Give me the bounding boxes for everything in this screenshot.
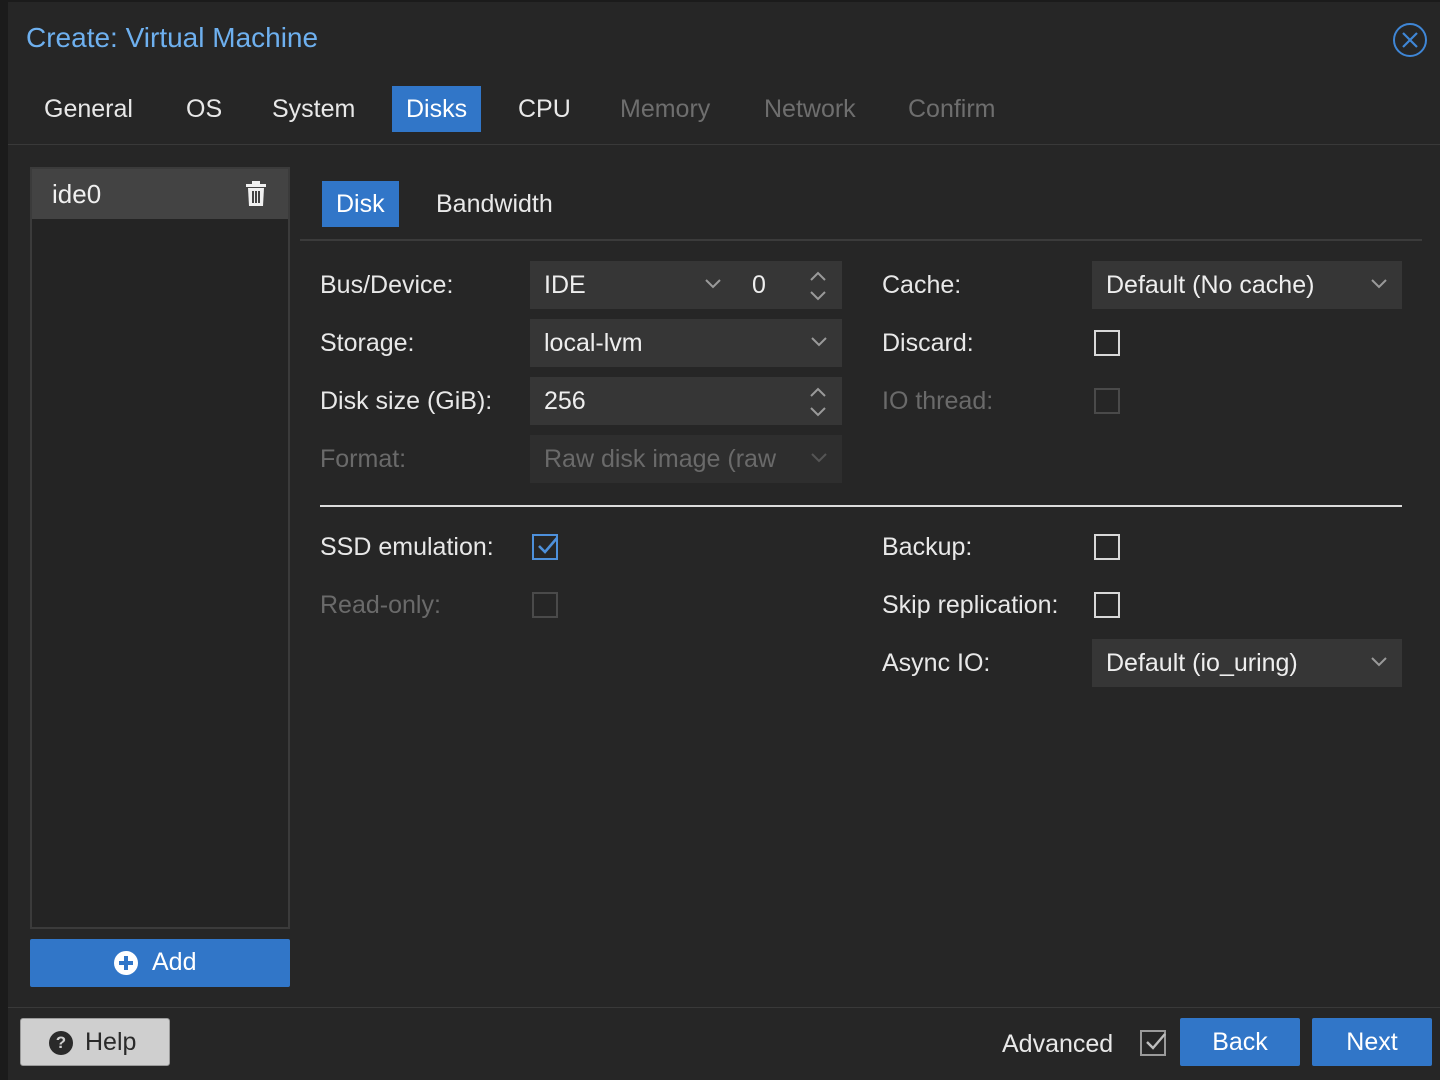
checkmark-icon <box>538 537 558 554</box>
storage-select[interactable]: local-lvm <box>530 319 842 367</box>
tab-confirm: Confirm <box>908 95 996 123</box>
storage-label: Storage: <box>320 329 415 357</box>
spinner-icon[interactable] <box>808 269 828 303</box>
add-button-label: Add <box>152 948 197 976</box>
disk-list: ide0 <box>30 167 290 929</box>
dialog-body: ide0 Add Disk Bandwidth Bus/Device: IDE … <box>8 144 1440 1008</box>
chevron-down-icon[interactable] <box>1370 656 1388 668</box>
back-button[interactable]: Back <box>1180 1018 1300 1066</box>
next-button[interactable]: Next <box>1312 1018 1432 1066</box>
tab-os[interactable]: OS <box>172 86 236 132</box>
ssd-emulation-label: SSD emulation: <box>320 533 494 561</box>
read-only-label: Read-only: <box>320 591 441 619</box>
bus-device-field: IDE 0 <box>530 261 842 309</box>
format-label: Format: <box>320 445 407 473</box>
skip-replication-label: Skip replication: <box>882 591 1059 619</box>
spinner-icon[interactable] <box>808 385 828 419</box>
async-io-select[interactable]: Default (io_uring) <box>1092 639 1402 687</box>
device-number-value[interactable]: 0 <box>752 261 766 309</box>
tab-system[interactable]: System <box>258 86 369 132</box>
disk-item-label: ide0 <box>52 179 102 209</box>
bus-device-label: Bus/Device: <box>320 271 454 299</box>
disk-subtabs: Disk Bandwidth <box>300 173 1422 241</box>
io-thread-label: IO thread: <box>882 387 994 415</box>
format-select: Raw disk image (raw <box>530 435 842 483</box>
read-only-checkbox <box>532 592 558 618</box>
async-io-value: Default (io_uring) <box>1106 649 1298 677</box>
add-disk-button[interactable]: Add <box>30 939 290 987</box>
help-button-label: Help <box>85 1028 137 1056</box>
storage-value: local-lvm <box>544 329 643 357</box>
discard-checkbox[interactable] <box>1094 330 1120 356</box>
backup-checkbox[interactable] <box>1094 534 1120 560</box>
cache-value: Default (No cache) <box>1106 271 1315 299</box>
create-vm-dialog: Create: Virtual Machine General OS Syste… <box>8 2 1440 1080</box>
disk-size-value: 256 <box>544 387 586 415</box>
discard-label: Discard: <box>882 329 974 357</box>
skip-replication-checkbox[interactable] <box>1094 592 1120 618</box>
async-io-label: Async IO: <box>882 649 991 677</box>
chevron-down-icon <box>811 453 827 463</box>
close-icon <box>1402 32 1418 48</box>
subtab-disk[interactable]: Disk <box>322 181 399 227</box>
tab-general[interactable]: General <box>30 86 147 132</box>
tab-cpu[interactable]: CPU <box>504 86 585 132</box>
trash-icon[interactable] <box>245 181 267 212</box>
backup-label: Backup: <box>882 533 973 561</box>
disk-list-item[interactable]: ide0 <box>32 169 288 219</box>
plus-circle-icon <box>114 951 138 975</box>
chevron-down-icon[interactable] <box>1370 278 1388 290</box>
question-circle-icon: ? <box>49 1031 73 1055</box>
tab-disks[interactable]: Disks <box>392 86 482 132</box>
format-value: Raw disk image (raw <box>544 445 777 473</box>
bus-select-value[interactable]: IDE <box>544 261 586 309</box>
tab-memory: Memory <box>620 95 711 123</box>
advanced-label: Advanced <box>1002 1030 1114 1058</box>
chevron-down-icon[interactable] <box>810 336 828 348</box>
section-divider <box>320 505 1402 507</box>
tab-network: Network <box>764 95 856 123</box>
help-button[interactable]: ? Help <box>20 1018 170 1066</box>
chevron-down-icon[interactable] <box>704 278 722 290</box>
cache-label: Cache: <box>882 271 962 299</box>
disk-size-input[interactable]: 256 <box>530 377 842 425</box>
io-thread-checkbox <box>1094 388 1120 414</box>
ssd-emulation-checkbox[interactable] <box>532 534 558 560</box>
cache-select[interactable]: Default (No cache) <box>1092 261 1402 309</box>
advanced-checkbox[interactable] <box>1140 1030 1166 1056</box>
subtab-bandwidth[interactable]: Bandwidth <box>422 181 567 227</box>
checkmark-icon <box>1146 1033 1166 1050</box>
close-button[interactable] <box>1393 23 1427 57</box>
disk-size-label: Disk size (GiB): <box>320 387 493 415</box>
dialog-title: Create: Virtual Machine <box>26 22 319 53</box>
